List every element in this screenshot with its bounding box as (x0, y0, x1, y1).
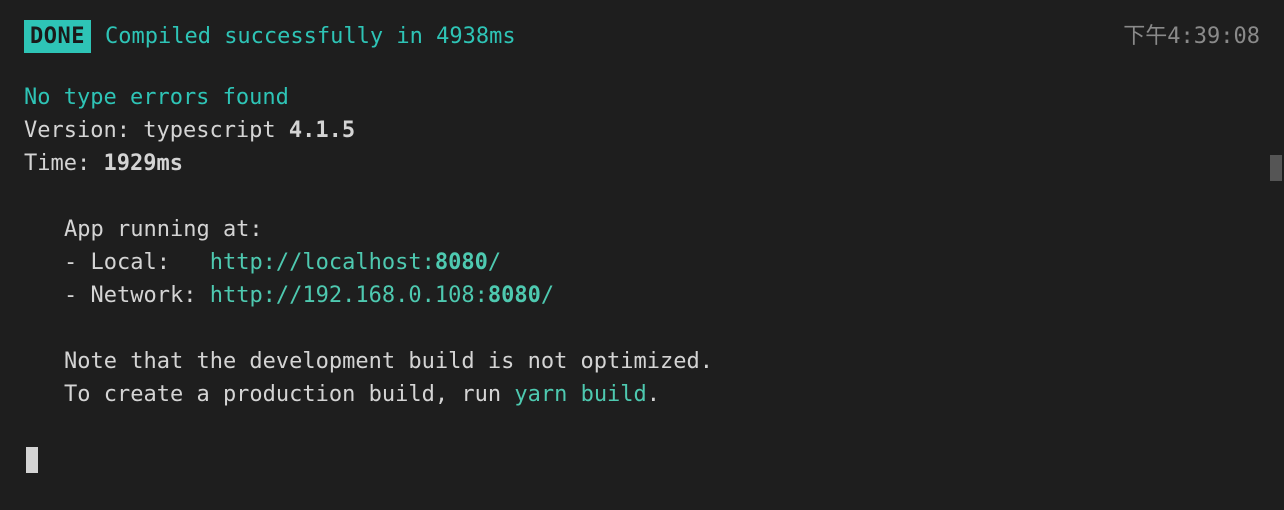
version-number: 4.1.5 (289, 118, 355, 143)
local-label: - Local: (64, 250, 210, 275)
scrollbar-thumb[interactable] (1270, 155, 1282, 181)
version-label: Version: (24, 118, 143, 143)
note-line2: To create a production build, run yarn b… (24, 378, 1260, 411)
cursor-icon (26, 447, 38, 473)
timestamp: 下午4:39:08 (1123, 20, 1260, 53)
network-url-line: - Network: http://192.168.0.108:8080/ (24, 279, 1260, 312)
network-label: - Network: (64, 283, 210, 308)
local-port[interactable]: 8080 (435, 250, 488, 275)
no-type-errors: No type errors found (24, 81, 1260, 114)
yarn-build-cmd: yarn build (514, 382, 646, 407)
version-name: typescript (143, 118, 289, 143)
note-line1: Note that the development build is not o… (24, 345, 1260, 378)
local-url-line: - Local: http://localhost:8080/ (24, 246, 1260, 279)
status-header: DONE Compiled successfully in 4938ms 下午4… (24, 20, 1260, 53)
time-value: 1929ms (103, 151, 182, 176)
blank (24, 411, 1260, 444)
time-label: Time: (24, 151, 103, 176)
done-badge: DONE (24, 20, 91, 53)
prompt-line[interactable] (24, 444, 1260, 477)
version-line: Version: typescript 4.1.5 (24, 114, 1260, 147)
scrollbar-track[interactable] (1270, 0, 1284, 510)
note-prefix: To create a production build, run (64, 382, 514, 407)
blank (24, 312, 1260, 345)
blank (24, 180, 1260, 213)
note-suffix: . (647, 382, 660, 407)
compile-message: Compiled successfully in 4938ms (105, 20, 516, 53)
local-host[interactable]: http://localhost: (210, 250, 435, 275)
network-port[interactable]: 8080 (488, 283, 541, 308)
time-line: Time: 1929ms (24, 147, 1260, 180)
local-slash[interactable]: / (488, 250, 501, 275)
network-slash[interactable]: / (541, 283, 554, 308)
network-host[interactable]: http://192.168.0.108: (210, 283, 488, 308)
status-left: DONE Compiled successfully in 4938ms (24, 20, 516, 53)
app-running-title: App running at: (24, 213, 1260, 246)
